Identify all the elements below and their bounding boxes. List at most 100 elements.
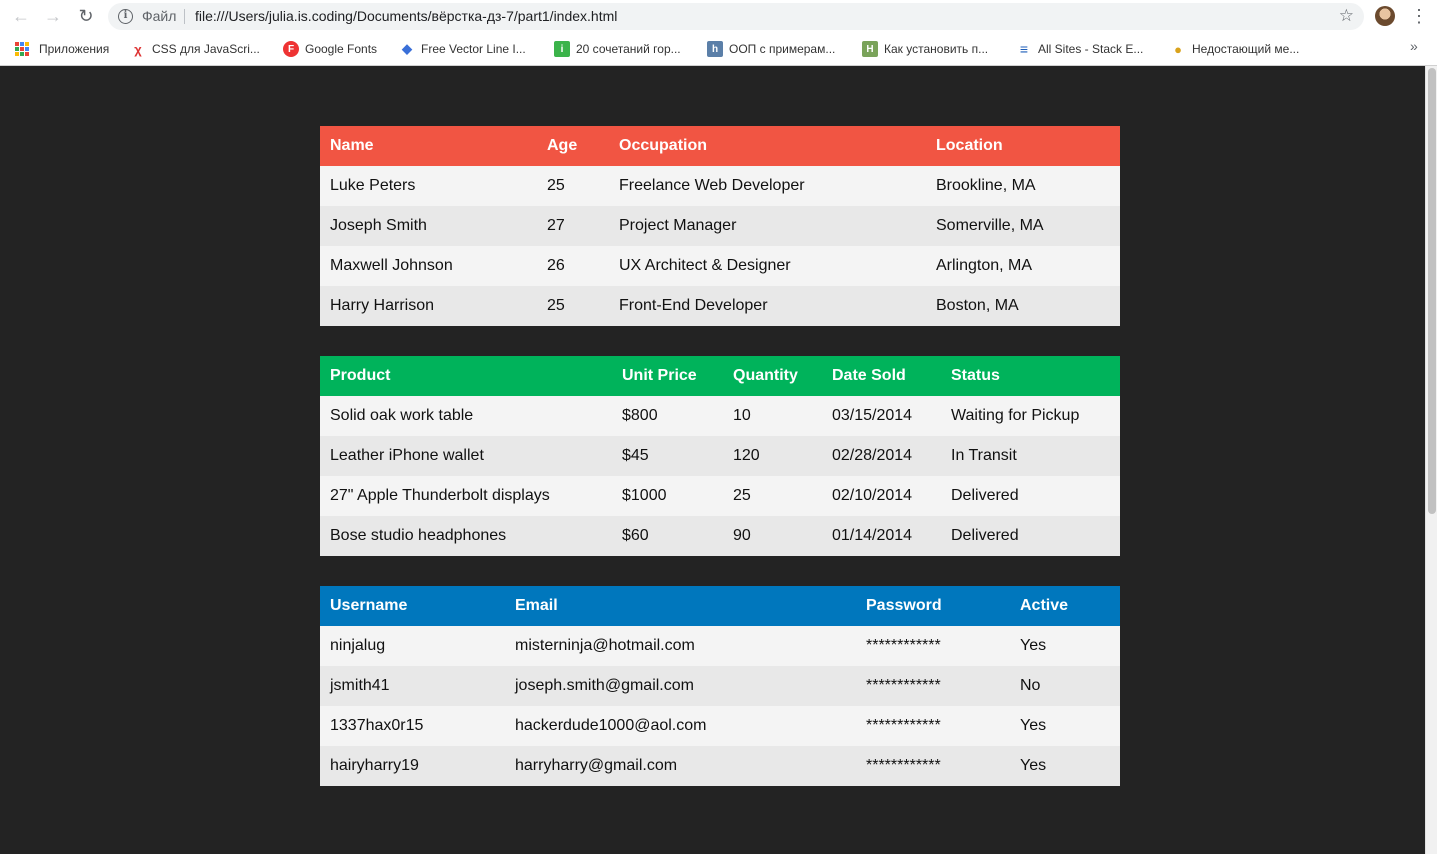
column-header-age[interactable]: Age	[537, 126, 609, 166]
cell-password: ************	[856, 706, 1010, 746]
cell-location: Boston, MA	[926, 286, 1120, 326]
info-icon[interactable]: i	[118, 9, 133, 24]
bookmarks-overflow-icon[interactable]: »	[1410, 38, 1418, 54]
cell-username: jsmith41	[320, 666, 505, 706]
bookmark-20-combinations[interactable]: i 20 сочетаний гор...	[554, 40, 681, 58]
cell-product: 27" Apple Thunderbolt displays	[320, 476, 612, 516]
bookmark-google-fonts[interactable]: F Google Fonts	[283, 40, 377, 58]
cell-active: No	[1010, 666, 1120, 706]
red-figure-icon: χ	[134, 41, 142, 57]
bookmark-label: ООП с примерам...	[729, 42, 836, 56]
cell-unit-price: $800	[612, 396, 723, 436]
cell-password: ************	[856, 626, 1010, 666]
table-header-row: Username Email Password Active	[320, 586, 1120, 626]
cell-status: Waiting for Pickup	[941, 396, 1120, 436]
cell-name: Joseph Smith	[320, 206, 537, 246]
cell-name: Maxwell Johnson	[320, 246, 537, 286]
people-table: Name Age Occupation Location Luke Peters…	[320, 126, 1120, 326]
table-header-row: Name Age Occupation Location	[320, 126, 1120, 166]
diamond-icon: ◆	[402, 41, 412, 56]
cell-occupation: UX Architect & Designer	[609, 246, 926, 286]
cell-age: 27	[537, 206, 609, 246]
cell-occupation: Front-End Developer	[609, 286, 926, 326]
bookmark-apps[interactable]: Приложения	[15, 40, 109, 58]
bookmark-free-vector[interactable]: ◆ Free Vector Line I...	[399, 40, 526, 58]
cell-status: Delivered	[941, 516, 1120, 556]
cell-quantity: 120	[723, 436, 822, 476]
column-header-product[interactable]: Product	[320, 356, 612, 396]
vertical-scrollbar[interactable]	[1425, 66, 1437, 854]
cell-active: Yes	[1010, 746, 1120, 786]
column-header-unit-price[interactable]: Unit Price	[612, 356, 723, 396]
reload-icon[interactable]: ↻	[74, 4, 98, 28]
cell-unit-price: $60	[612, 516, 723, 556]
green-figure-icon: i	[554, 41, 570, 57]
bookmark-label: Free Vector Line I...	[421, 42, 526, 56]
profile-avatar[interactable]	[1375, 6, 1395, 26]
column-header-location[interactable]: Location	[926, 126, 1120, 166]
browser-toolbar: ← → ↻ i Файл file:///Users/julia.is.codi…	[0, 0, 1437, 33]
bookmark-label: Приложения	[39, 42, 110, 56]
cell-email: misterninja@hotmail.com	[505, 626, 856, 666]
table-row: Leather iPhone wallet $45 120 02/28/2014…	[320, 436, 1120, 476]
apps-grid-icon	[15, 42, 29, 56]
cell-unit-price: $1000	[612, 476, 723, 516]
cell-age: 25	[537, 286, 609, 326]
cell-password: ************	[856, 746, 1010, 786]
cell-active: Yes	[1010, 626, 1120, 666]
address-bar[interactable]: i Файл file:///Users/julia.is.coding/Doc…	[108, 3, 1364, 30]
bookmark-css-js[interactable]: χ CSS для JavaScri...	[130, 40, 260, 58]
cell-quantity: 10	[723, 396, 822, 436]
url-text[interactable]: file:///Users/julia.is.coding/Documents/…	[195, 8, 617, 24]
cell-status: In Transit	[941, 436, 1120, 476]
column-header-occupation[interactable]: Occupation	[609, 126, 926, 166]
cell-date-sold: 02/10/2014	[822, 476, 941, 516]
table-row: 27" Apple Thunderbolt displays $1000 25 …	[320, 476, 1120, 516]
table-row: Luke Peters 25 Freelance Web Developer B…	[320, 166, 1120, 206]
bookmark-how-to-install[interactable]: H Как установить п...	[862, 40, 988, 58]
scrollbar-thumb[interactable]	[1428, 68, 1436, 514]
column-header-email[interactable]: Email	[505, 586, 856, 626]
table-row: Joseph Smith 27 Project Manager Somervil…	[320, 206, 1120, 246]
forward-arrow-icon[interactable]: →	[41, 4, 65, 28]
cell-email: hackerdude1000@aol.com	[505, 706, 856, 746]
table-row: Maxwell Johnson 26 UX Architect & Design…	[320, 246, 1120, 286]
table-row: Harry Harrison 25 Front-End Developer Bo…	[320, 286, 1120, 326]
cell-quantity: 90	[723, 516, 822, 556]
cell-email: harryharry@gmail.com	[505, 746, 856, 786]
menu-dots-icon[interactable]: ⋮	[1410, 4, 1428, 28]
cell-date-sold: 02/28/2014	[822, 436, 941, 476]
bookmark-label: CSS для JavaScri...	[152, 42, 260, 56]
table-row: Bose studio headphones $60 90 01/14/2014…	[320, 516, 1120, 556]
table-row: jsmith41 joseph.smith@gmail.com ********…	[320, 666, 1120, 706]
bookmark-missing-manual[interactable]: ● Недостающий ме...	[1170, 40, 1299, 58]
column-header-username[interactable]: Username	[320, 586, 505, 626]
back-arrow-icon[interactable]: ←	[9, 4, 33, 28]
cell-username: 1337hax0r15	[320, 706, 505, 746]
column-header-date-sold[interactable]: Date Sold	[822, 356, 941, 396]
column-header-status[interactable]: Status	[941, 356, 1120, 396]
bookmark-stack-exchange[interactable]: ≡ All Sites - Stack E...	[1016, 40, 1143, 58]
column-header-name[interactable]: Name	[320, 126, 537, 166]
cell-username: ninjalug	[320, 626, 505, 666]
cell-name: Harry Harrison	[320, 286, 537, 326]
table-row: Solid oak work table $800 10 03/15/2014 …	[320, 396, 1120, 436]
column-header-password[interactable]: Password	[856, 586, 1010, 626]
cell-product: Bose studio headphones	[320, 516, 612, 556]
column-header-quantity[interactable]: Quantity	[723, 356, 822, 396]
bookmark-label: Как установить п...	[884, 42, 989, 56]
address-separator	[184, 9, 185, 24]
cell-active: Yes	[1010, 706, 1120, 746]
scheme-label: Файл	[142, 8, 177, 24]
cell-location: Brookline, MA	[926, 166, 1120, 206]
h-icon: h	[707, 41, 723, 57]
cell-age: 26	[537, 246, 609, 286]
cell-email: joseph.smith@gmail.com	[505, 666, 856, 706]
bookmark-label: 20 сочетаний гор...	[576, 42, 681, 56]
cell-unit-price: $45	[612, 436, 723, 476]
bookmark-star-icon[interactable]: ☆	[1339, 6, 1354, 26]
column-header-active[interactable]: Active	[1010, 586, 1120, 626]
cell-occupation: Freelance Web Developer	[609, 166, 926, 206]
table-row: ninjalug misterninja@hotmail.com *******…	[320, 626, 1120, 666]
bookmark-oop[interactable]: h ООП с примерам...	[707, 40, 835, 58]
